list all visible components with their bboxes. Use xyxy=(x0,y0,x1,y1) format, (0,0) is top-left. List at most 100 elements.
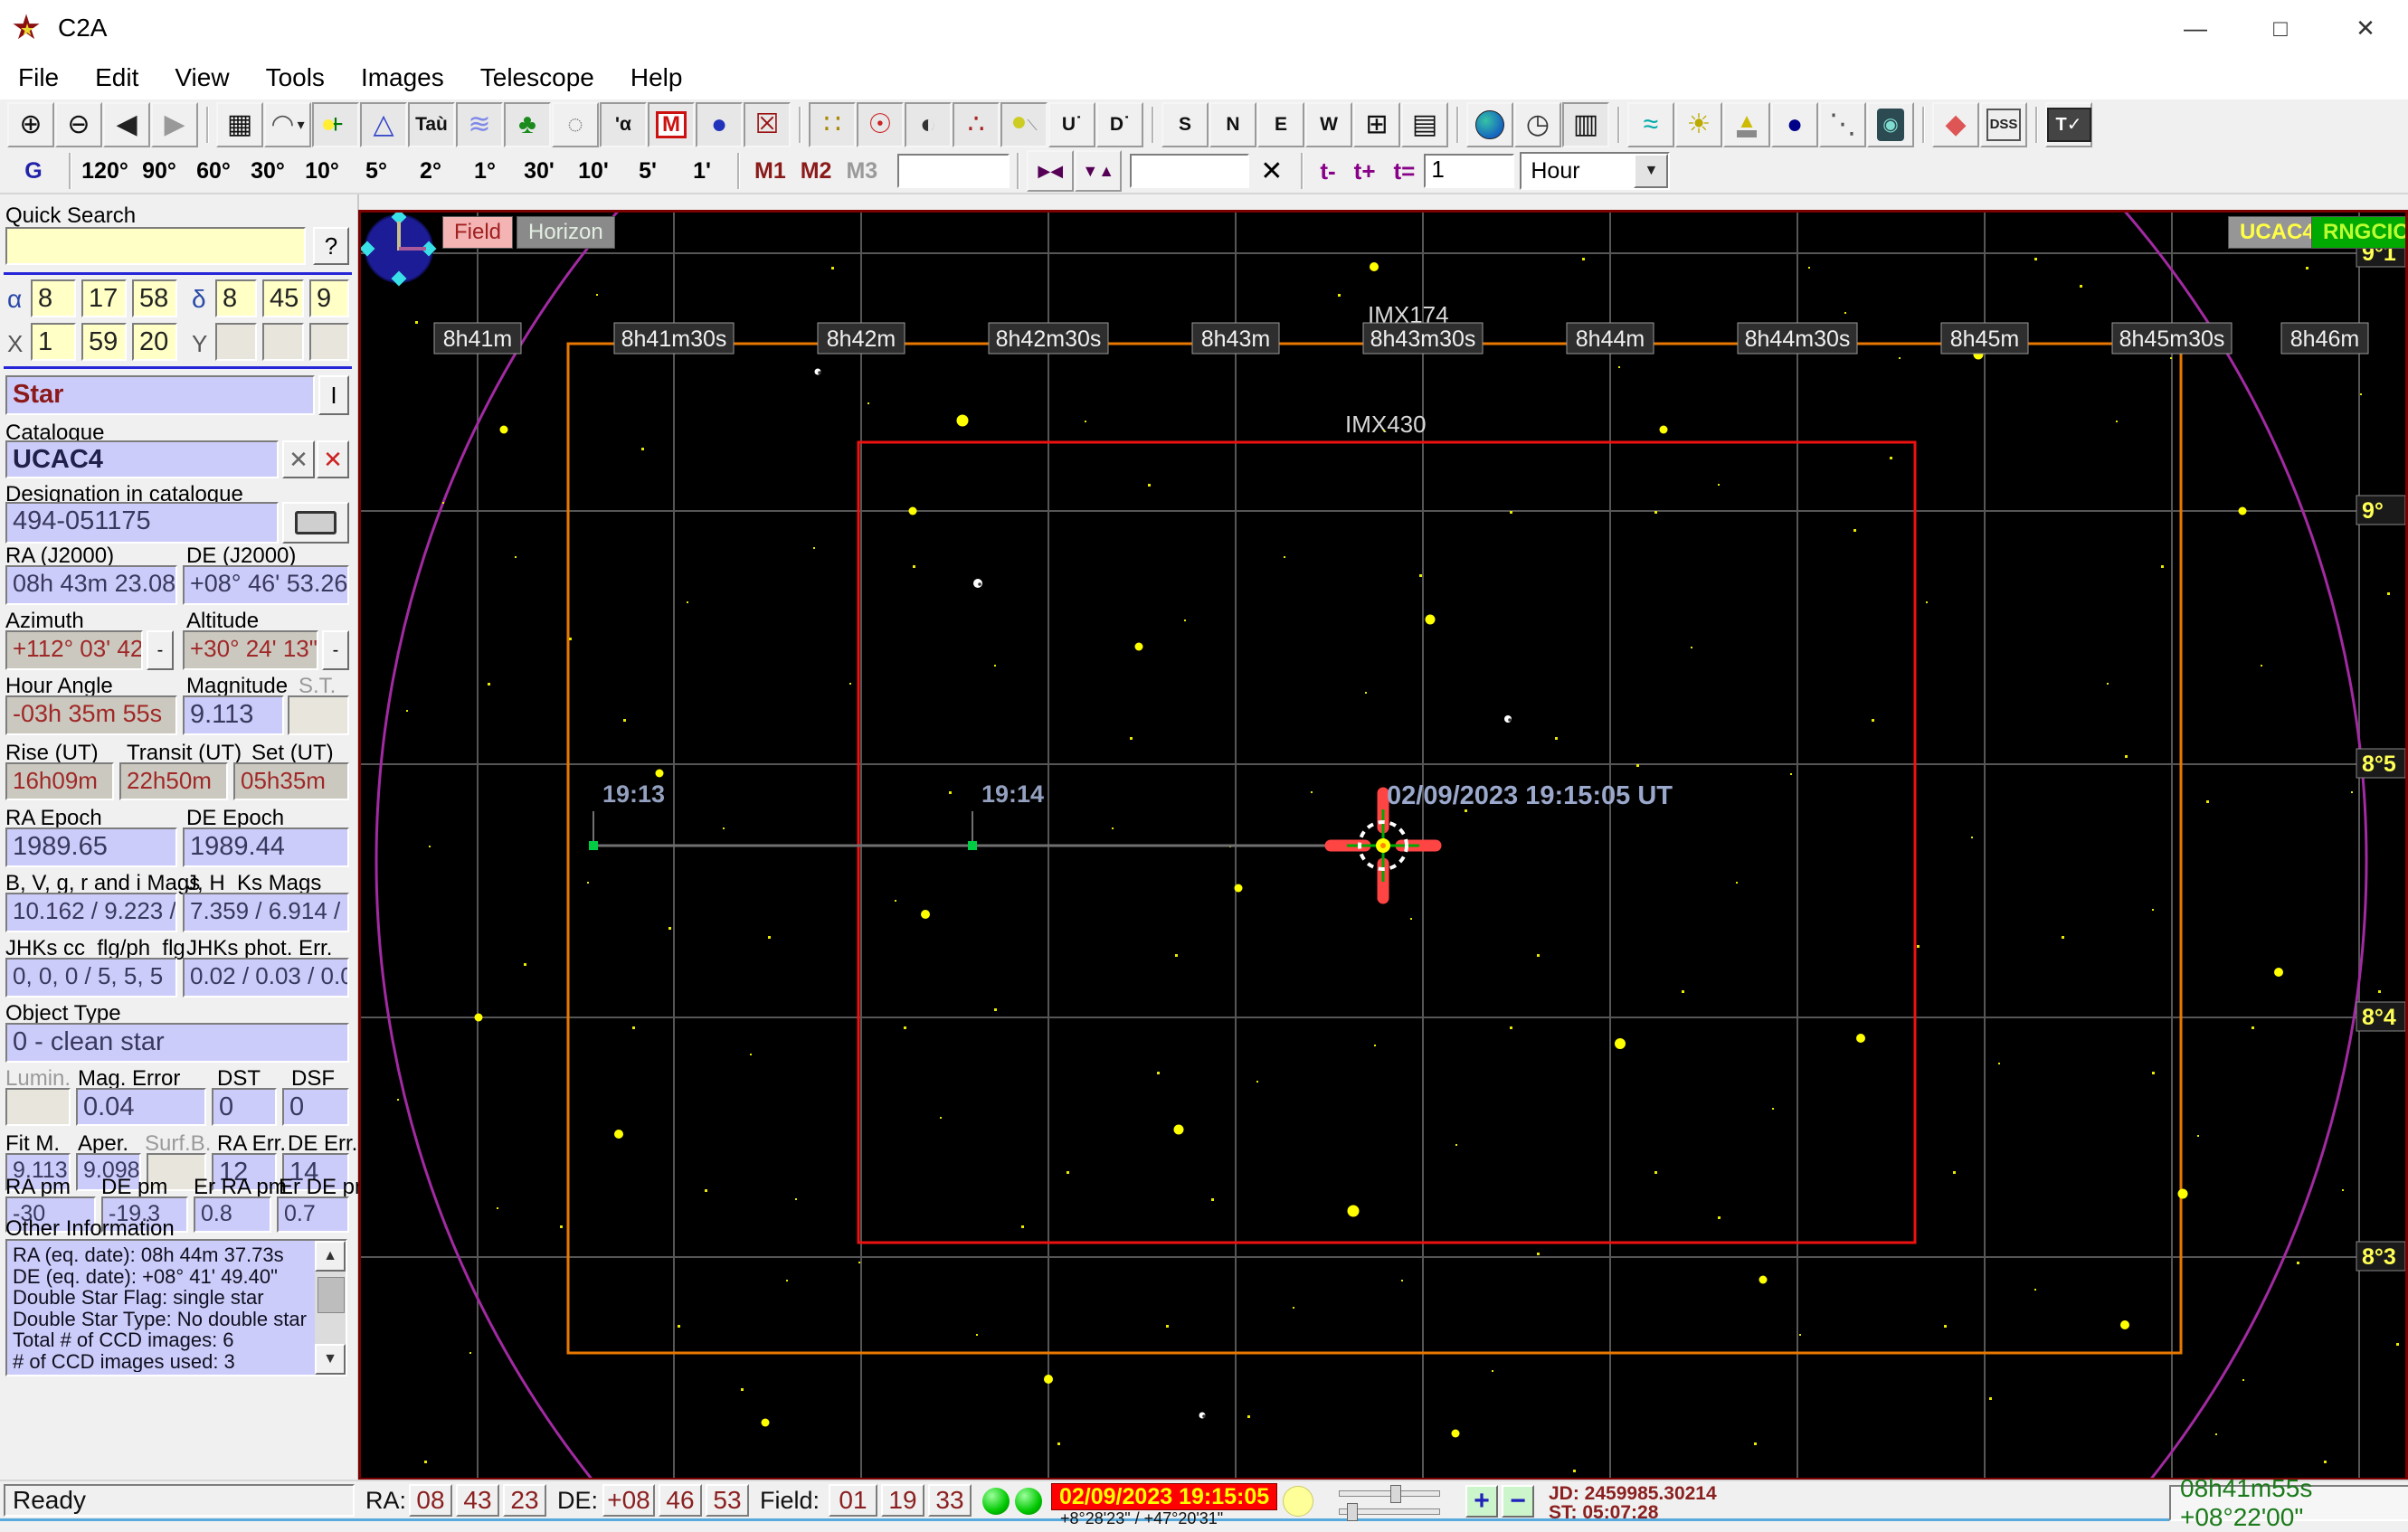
close-button[interactable]: ✕ xyxy=(2323,0,2408,56)
sky-chart[interactable]: IMX174 IMX430 19:13 19:14 8h41m 8h41m30s 8h42m… xyxy=(358,210,2408,1480)
time-minus-button[interactable]: t- xyxy=(1320,157,1335,185)
y3-field[interactable] xyxy=(309,323,349,361)
pan-view-icon[interactable]: ⊞ xyxy=(1353,101,1400,147)
daylight-icon[interactable]: ☀ xyxy=(1675,101,1722,147)
x2-field[interactable]: 59 xyxy=(81,323,127,361)
dec-minutes-field[interactable]: 45 xyxy=(262,279,304,317)
comet-icon[interactable]: ● xyxy=(1000,101,1048,147)
south-icon[interactable]: S xyxy=(1161,101,1209,147)
dec-seconds-field[interactable]: 9 xyxy=(309,279,349,317)
filter-input[interactable] xyxy=(1130,154,1250,188)
status-de-s[interactable]: 53 xyxy=(706,1484,749,1517)
y2-field[interactable] xyxy=(262,323,304,361)
status-de-d[interactable]: +08 xyxy=(602,1484,655,1517)
print-button[interactable] xyxy=(282,502,349,544)
dss-icon[interactable]: DSS xyxy=(1980,101,2027,147)
sky-chart-canvas[interactable]: IMX174IMX43019:13 19:148h41m 8h41m30s 8h42m… xyxy=(361,213,2405,1478)
status-field-s[interactable]: 33 xyxy=(928,1484,972,1517)
scroll-thumb[interactable] xyxy=(318,1277,345,1313)
fov-button-10deg[interactable]: 10° xyxy=(296,153,348,189)
horizon-panorama-icon[interactable]: ◠ ▾ xyxy=(264,101,311,147)
display-config-icon[interactable]: ▥ xyxy=(1562,101,1609,147)
field-circle-icon[interactable]: ◌ xyxy=(552,101,599,147)
clear-button[interactable]: ✕ xyxy=(1260,156,1283,187)
night-icon[interactable]: ● xyxy=(1771,101,1818,147)
object-kind-field[interactable]: Star xyxy=(5,375,315,415)
milky-way-icon[interactable]: ≋ xyxy=(456,101,503,147)
ra-seconds-field[interactable]: 58 xyxy=(132,279,177,317)
status-ra-s[interactable]: 23 xyxy=(503,1484,546,1517)
maximize-button[interactable]: □ xyxy=(2238,0,2323,56)
y1-field[interactable] xyxy=(215,323,257,361)
east-icon[interactable]: E xyxy=(1257,101,1304,147)
info-button[interactable]: I xyxy=(318,375,349,415)
flip-vertical-icon[interactable]: ▼▲ xyxy=(1075,150,1123,192)
catalogue-prev-button[interactable]: ✕ xyxy=(282,440,315,478)
time-decrease-button[interactable]: − xyxy=(1502,1485,1534,1518)
next-view-icon[interactable]: ▶ xyxy=(151,101,198,147)
north-icon[interactable]: N xyxy=(1209,101,1256,147)
twilight-icon[interactable]: ▲ xyxy=(1723,101,1770,147)
tab-horizon[interactable]: Horizon xyxy=(517,216,615,249)
camera-icon[interactable]: ◉ xyxy=(1867,101,1914,147)
mark-m1-button[interactable]: M1 xyxy=(754,158,786,184)
scrollbar[interactable]: ▲ ▼ xyxy=(315,1241,346,1375)
designation-field[interactable]: 494-051175 xyxy=(5,502,279,544)
star-colors-icon[interactable]: ∷ xyxy=(809,101,856,147)
center-target-icon[interactable]: + xyxy=(312,101,359,147)
object-labels-icon[interactable]: Taù xyxy=(408,101,455,147)
menu-file[interactable]: File xyxy=(0,63,77,92)
time-slider-2[interactable] xyxy=(1339,1503,1440,1521)
zoom-out-icon[interactable]: ⊖ xyxy=(55,101,102,147)
x1-field[interactable]: 1 xyxy=(31,323,76,361)
deep-sky-icon[interactable]: ● xyxy=(696,101,743,147)
tab-field[interactable]: Field xyxy=(442,216,514,249)
time-plus-button[interactable]: t+ xyxy=(1354,157,1376,185)
fov-button-5min[interactable]: 5' xyxy=(621,153,674,189)
fov-button-2deg[interactable]: 2° xyxy=(404,153,457,189)
west-icon[interactable]: W xyxy=(1305,101,1352,147)
help-button[interactable]: ? xyxy=(313,227,349,265)
status-ra-m[interactable]: 43 xyxy=(456,1484,499,1517)
catalogue-field[interactable]: UCAC4 xyxy=(5,440,279,478)
quick-search-input[interactable] xyxy=(5,227,306,265)
time-icon[interactable]: ◷ xyxy=(1514,101,1561,147)
time-step-input[interactable]: 1 xyxy=(1424,154,1515,188)
horizon-line-icon[interactable]: ▤ xyxy=(1401,101,1448,147)
greek-labels-icon[interactable]: 'α xyxy=(600,101,647,147)
fov-button-60deg[interactable]: 60° xyxy=(187,153,240,189)
fov-button-10min[interactable]: 10' xyxy=(567,153,620,189)
previous-view-icon[interactable]: ◀ xyxy=(103,101,150,147)
fov-button-5deg[interactable]: 5° xyxy=(350,153,403,189)
planets-icon[interactable]: ∴ xyxy=(953,101,1000,147)
uranus-icon[interactable]: U˙ xyxy=(1048,101,1095,147)
fov-button-30deg[interactable]: 30° xyxy=(242,153,294,189)
messier-icon[interactable]: M xyxy=(648,101,695,147)
constellation-lines-icon[interactable]: △ xyxy=(360,101,407,147)
menu-edit[interactable]: Edit xyxy=(77,63,156,92)
menu-help[interactable]: Help xyxy=(612,63,701,92)
status-ra-h[interactable]: 08 xyxy=(409,1484,452,1517)
landscape-icon[interactable]: ♣ xyxy=(504,101,551,147)
time-unit-select[interactable]: Hour ▼ xyxy=(1520,152,1671,190)
zoom-in-icon[interactable]: ⊕ xyxy=(7,101,54,147)
grid-toggle-button[interactable]: G xyxy=(7,153,60,189)
slider-thumb[interactable] xyxy=(1347,1503,1358,1521)
earth-map-icon[interactable] xyxy=(1466,101,1513,147)
mark-m3-button[interactable]: M3 xyxy=(846,158,877,184)
fov-button-1min[interactable]: 1' xyxy=(676,153,728,189)
status-field-d[interactable]: 01 xyxy=(829,1484,877,1517)
menu-tools[interactable]: Tools xyxy=(248,63,343,92)
minimize-button[interactable]: — xyxy=(2153,0,2238,56)
fov-button-90deg[interactable]: 90° xyxy=(133,153,185,189)
time-set-button[interactable]: t= xyxy=(1394,157,1416,185)
ra-minutes-field[interactable]: 17 xyxy=(81,279,127,317)
altitude-minus-button[interactable]: - xyxy=(322,630,349,670)
slider-thumb[interactable] xyxy=(1390,1485,1401,1503)
scroll-up-icon[interactable]: ▲ xyxy=(315,1241,346,1272)
status-field-m[interactable]: 19 xyxy=(881,1484,924,1517)
time-slider-1[interactable] xyxy=(1339,1485,1440,1503)
moon-phase-icon[interactable]: ◐ xyxy=(905,101,952,147)
scroll-down-icon[interactable]: ▼ xyxy=(315,1344,346,1375)
menu-images[interactable]: Images xyxy=(343,63,462,92)
